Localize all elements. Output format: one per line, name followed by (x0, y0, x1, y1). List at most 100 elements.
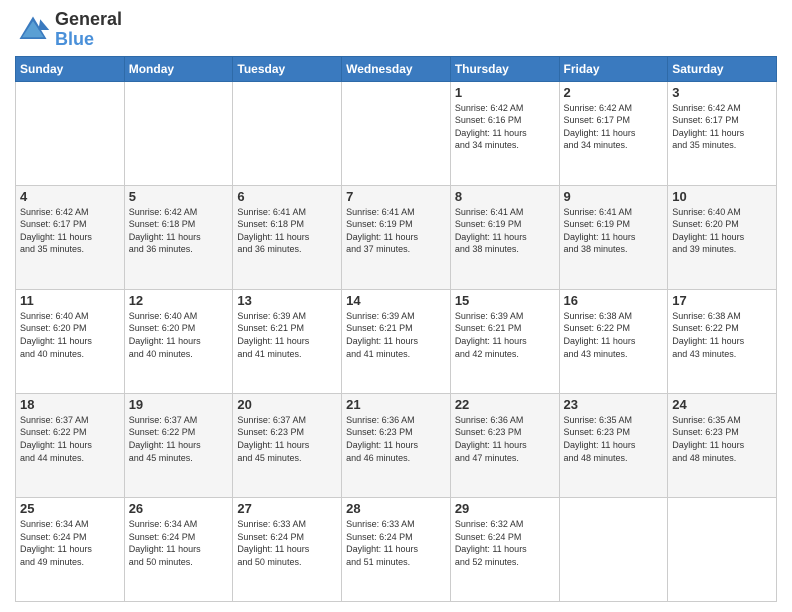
day-info: Sunrise: 6:37 AM Sunset: 6:22 PM Dayligh… (20, 414, 120, 464)
day-info: Sunrise: 6:34 AM Sunset: 6:24 PM Dayligh… (129, 518, 229, 568)
logo-text: General Blue (55, 10, 122, 50)
day-number: 26 (129, 501, 229, 516)
day-info: Sunrise: 6:42 AM Sunset: 6:17 PM Dayligh… (564, 102, 664, 152)
day-number: 25 (20, 501, 120, 516)
day-number: 19 (129, 397, 229, 412)
day-info: Sunrise: 6:39 AM Sunset: 6:21 PM Dayligh… (237, 310, 337, 360)
day-info: Sunrise: 6:42 AM Sunset: 6:17 PM Dayligh… (20, 206, 120, 256)
calendar-cell: 15 Sunrise: 6:39 AM Sunset: 6:21 PM Dayli… (450, 289, 559, 393)
calendar-cell: 1 Sunrise: 6:42 AM Sunset: 6:16 PM Daylig… (450, 81, 559, 185)
calendar-cell: 26 Sunrise: 6:34 AM Sunset: 6:24 PM Dayli… (124, 497, 233, 601)
calendar-header-wednesday: Wednesday (342, 56, 451, 81)
day-info: Sunrise: 6:40 AM Sunset: 6:20 PM Dayligh… (20, 310, 120, 360)
day-number: 14 (346, 293, 446, 308)
day-info: Sunrise: 6:36 AM Sunset: 6:23 PM Dayligh… (346, 414, 446, 464)
day-number: 28 (346, 501, 446, 516)
calendar-cell (16, 81, 125, 185)
calendar-header-row: SundayMondayTuesdayWednesdayThursdayFrid… (16, 56, 777, 81)
calendar-cell (124, 81, 233, 185)
calendar-cell: 22 Sunrise: 6:36 AM Sunset: 6:23 PM Dayli… (450, 393, 559, 497)
calendar-cell: 21Sunrise: 6:36 AM Sunset: 6:23 PM Dayli… (342, 393, 451, 497)
day-number: 7 (346, 189, 446, 204)
calendar-cell: 17 Sunrise: 6:38 AM Sunset: 6:22 PM Dayli… (668, 289, 777, 393)
day-info: Sunrise: 6:33 AM Sunset: 6:24 PM Dayligh… (237, 518, 337, 568)
page: General Blue SundayMondayTuesdayWednesda… (0, 0, 792, 612)
day-info: Sunrise: 6:41 AM Sunset: 6:18 PM Dayligh… (237, 206, 337, 256)
calendar-cell: 24Sunrise: 6:35 AM Sunset: 6:23 PM Dayli… (668, 393, 777, 497)
day-info: Sunrise: 6:39 AM Sunset: 6:21 PM Dayligh… (346, 310, 446, 360)
calendar-week-1: 1 Sunrise: 6:42 AM Sunset: 6:16 PM Daylig… (16, 81, 777, 185)
day-number: 9 (564, 189, 664, 204)
calendar-week-2: 4 Sunrise: 6:42 AM Sunset: 6:17 PM Daylig… (16, 185, 777, 289)
calendar-cell: 14 Sunrise: 6:39 AM Sunset: 6:21 PM Dayli… (342, 289, 451, 393)
day-number: 20 (237, 397, 337, 412)
day-number: 13 (237, 293, 337, 308)
day-number: 10 (672, 189, 772, 204)
calendar-cell: 5 Sunrise: 6:42 AM Sunset: 6:18 PM Daylig… (124, 185, 233, 289)
calendar-header-friday: Friday (559, 56, 668, 81)
day-info: Sunrise: 6:38 AM Sunset: 6:22 PM Dayligh… (672, 310, 772, 360)
day-info: Sunrise: 6:41 AM Sunset: 6:19 PM Dayligh… (346, 206, 446, 256)
day-number: 11 (20, 293, 120, 308)
day-number: 17 (672, 293, 772, 308)
day-info: Sunrise: 6:35 AM Sunset: 6:23 PM Dayligh… (564, 414, 664, 464)
calendar-cell: 28Sunrise: 6:33 AM Sunset: 6:24 PM Dayli… (342, 497, 451, 601)
day-number: 23 (564, 397, 664, 412)
calendar-header-monday: Monday (124, 56, 233, 81)
day-info: Sunrise: 6:32 AM Sunset: 6:24 PM Dayligh… (455, 518, 555, 568)
day-number: 4 (20, 189, 120, 204)
day-info: Sunrise: 6:37 AM Sunset: 6:23 PM Dayligh… (237, 414, 337, 464)
calendar-cell: 12 Sunrise: 6:40 AM Sunset: 6:20 PM Dayli… (124, 289, 233, 393)
day-number: 5 (129, 189, 229, 204)
calendar-cell: 11 Sunrise: 6:40 AM Sunset: 6:20 PM Dayli… (16, 289, 125, 393)
day-info: Sunrise: 6:39 AM Sunset: 6:21 PM Dayligh… (455, 310, 555, 360)
day-info: Sunrise: 6:42 AM Sunset: 6:17 PM Dayligh… (672, 102, 772, 152)
day-info: Sunrise: 6:36 AM Sunset: 6:23 PM Dayligh… (455, 414, 555, 464)
calendar-cell: 3 Sunrise: 6:42 AM Sunset: 6:17 PM Daylig… (668, 81, 777, 185)
calendar-week-5: 25 Sunrise: 6:34 AM Sunset: 6:24 PM Dayli… (16, 497, 777, 601)
calendar-cell: 7 Sunrise: 6:41 AM Sunset: 6:19 PM Daylig… (342, 185, 451, 289)
day-number: 16 (564, 293, 664, 308)
day-info: Sunrise: 6:42 AM Sunset: 6:18 PM Dayligh… (129, 206, 229, 256)
calendar-cell: 20 Sunrise: 6:37 AM Sunset: 6:23 PM Dayli… (233, 393, 342, 497)
calendar-cell: 8 Sunrise: 6:41 AM Sunset: 6:19 PM Daylig… (450, 185, 559, 289)
day-info: Sunrise: 6:40 AM Sunset: 6:20 PM Dayligh… (129, 310, 229, 360)
day-info: Sunrise: 6:41 AM Sunset: 6:19 PM Dayligh… (564, 206, 664, 256)
calendar-cell: 19Sunrise: 6:37 AM Sunset: 6:22 PM Dayli… (124, 393, 233, 497)
day-number: 29 (455, 501, 555, 516)
calendar-cell: 16Sunrise: 6:38 AM Sunset: 6:22 PM Dayli… (559, 289, 668, 393)
calendar-cell: 10 Sunrise: 6:40 AM Sunset: 6:20 PM Dayli… (668, 185, 777, 289)
calendar-cell: 18Sunrise: 6:37 AM Sunset: 6:22 PM Dayli… (16, 393, 125, 497)
day-info: Sunrise: 6:42 AM Sunset: 6:16 PM Dayligh… (455, 102, 555, 152)
calendar-cell: 29 Sunrise: 6:32 AM Sunset: 6:24 PM Dayli… (450, 497, 559, 601)
calendar-cell: 9 Sunrise: 6:41 AM Sunset: 6:19 PM Daylig… (559, 185, 668, 289)
day-info: Sunrise: 6:41 AM Sunset: 6:19 PM Dayligh… (455, 206, 555, 256)
calendar-cell (668, 497, 777, 601)
day-number: 8 (455, 189, 555, 204)
calendar-cell: 6 Sunrise: 6:41 AM Sunset: 6:18 PM Daylig… (233, 185, 342, 289)
calendar-header-tuesday: Tuesday (233, 56, 342, 81)
calendar-week-4: 18Sunrise: 6:37 AM Sunset: 6:22 PM Dayli… (16, 393, 777, 497)
logo-icon (15, 12, 51, 48)
calendar-header-sunday: Sunday (16, 56, 125, 81)
header: General Blue (15, 10, 777, 50)
day-number: 3 (672, 85, 772, 100)
day-info: Sunrise: 6:35 AM Sunset: 6:23 PM Dayligh… (672, 414, 772, 464)
day-info: Sunrise: 6:34 AM Sunset: 6:24 PM Dayligh… (20, 518, 120, 568)
day-info: Sunrise: 6:40 AM Sunset: 6:20 PM Dayligh… (672, 206, 772, 256)
day-number: 12 (129, 293, 229, 308)
day-number: 15 (455, 293, 555, 308)
calendar-cell (342, 81, 451, 185)
calendar-header-thursday: Thursday (450, 56, 559, 81)
calendar-cell (559, 497, 668, 601)
day-number: 1 (455, 85, 555, 100)
calendar-cell: 23 Sunrise: 6:35 AM Sunset: 6:23 PM Dayli… (559, 393, 668, 497)
day-number: 6 (237, 189, 337, 204)
calendar-week-3: 11 Sunrise: 6:40 AM Sunset: 6:20 PM Dayli… (16, 289, 777, 393)
day-number: 22 (455, 397, 555, 412)
logo: General Blue (15, 10, 122, 50)
day-number: 27 (237, 501, 337, 516)
day-number: 2 (564, 85, 664, 100)
calendar-cell: 2 Sunrise: 6:42 AM Sunset: 6:17 PM Daylig… (559, 81, 668, 185)
calendar-cell: 4 Sunrise: 6:42 AM Sunset: 6:17 PM Daylig… (16, 185, 125, 289)
